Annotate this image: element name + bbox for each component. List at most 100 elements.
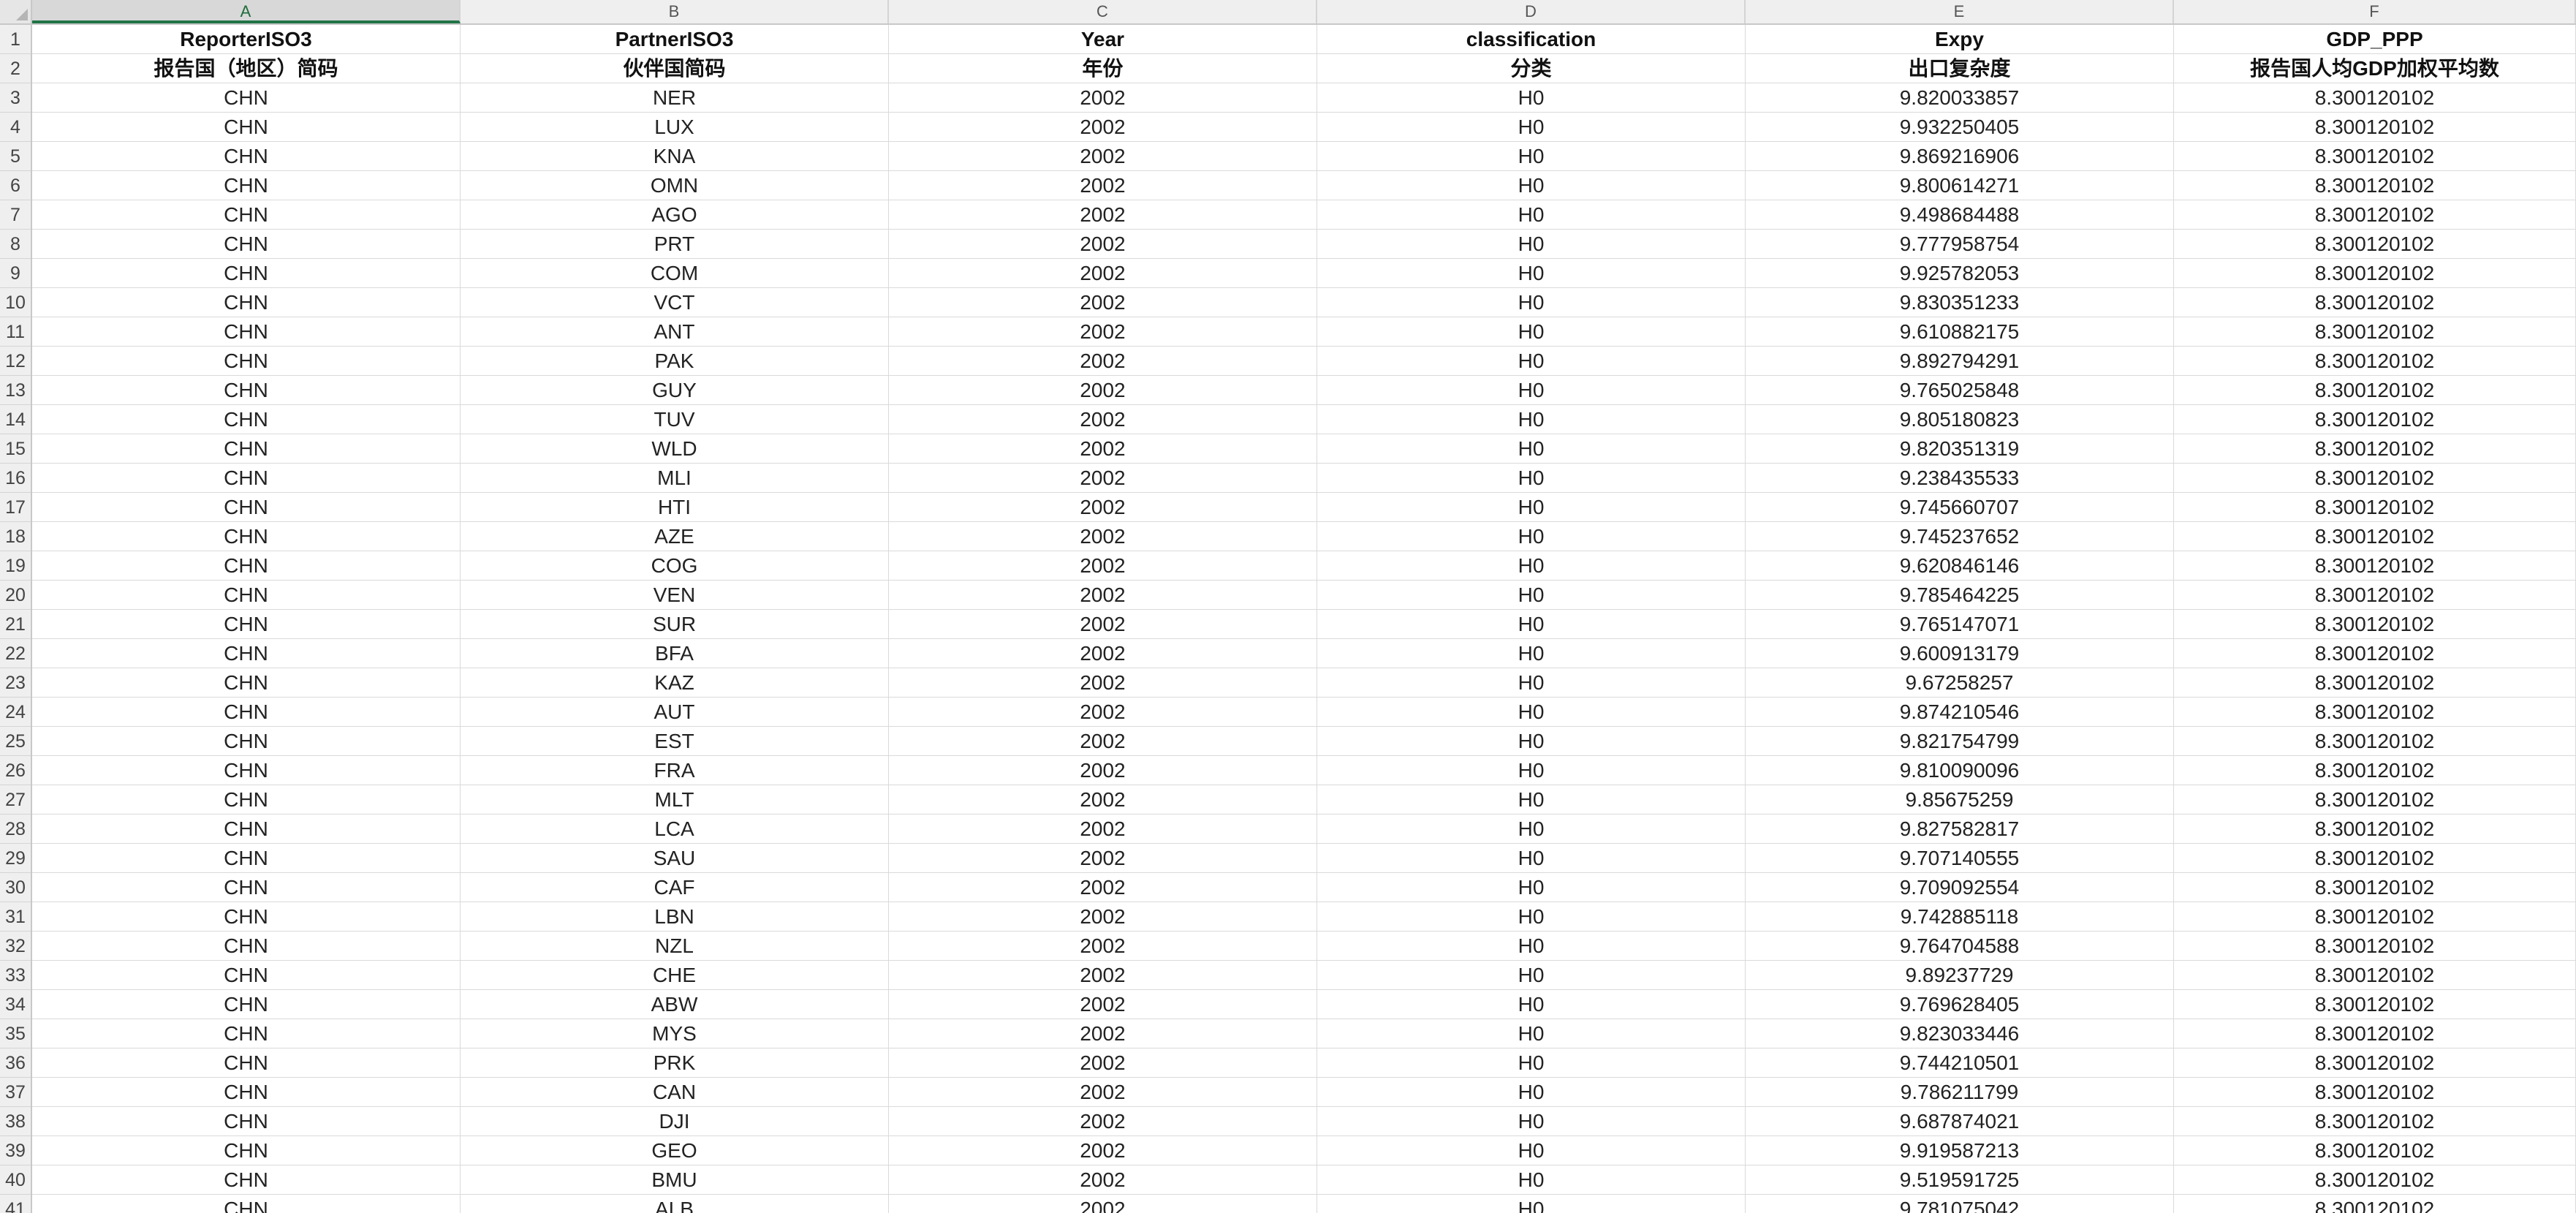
table-cell[interactable]: 9.786211799 [1746, 1078, 2174, 1107]
table-cell[interactable]: 9.745237652 [1746, 522, 2174, 551]
table-cell[interactable]: CHN [32, 230, 461, 259]
table-cell[interactable]: 8.300120102 [2174, 230, 2576, 259]
table-cell[interactable]: PRT [461, 230, 889, 259]
table-cell[interactable]: 9.745660707 [1746, 493, 2174, 522]
table-cell[interactable]: CHN [32, 347, 461, 376]
table-cell[interactable]: 8.300120102 [2174, 405, 2576, 434]
table-cell[interactable]: 2002 [889, 1019, 1317, 1048]
table-cell[interactable]: 9.821754799 [1746, 727, 2174, 756]
row-header[interactable]: 25 [0, 727, 31, 756]
column-header-c[interactable]: C [889, 0, 1317, 23]
table-cell[interactable]: H0 [1317, 347, 1746, 376]
row-header[interactable]: 1 [0, 25, 31, 54]
table-cell[interactable]: H0 [1317, 522, 1746, 551]
table-cell[interactable]: H0 [1317, 493, 1746, 522]
table-cell[interactable]: 8.300120102 [2174, 1078, 2576, 1107]
column-header-f[interactable]: F [2174, 0, 2576, 23]
table-cell[interactable]: 8.300120102 [2174, 1048, 2576, 1078]
table-cell[interactable]: 8.300120102 [2174, 288, 2576, 317]
header-cell[interactable]: PartnerISO3 [461, 25, 889, 54]
table-cell[interactable]: OMN [461, 171, 889, 200]
table-cell[interactable]: 9.820351319 [1746, 434, 2174, 464]
header-cell[interactable]: Expy [1746, 25, 2174, 54]
table-cell[interactable]: 2002 [889, 83, 1317, 113]
row-header[interactable]: 28 [0, 815, 31, 844]
table-cell[interactable]: H0 [1317, 873, 1746, 902]
table-cell[interactable]: 9.827582817 [1746, 815, 2174, 844]
table-cell[interactable]: 8.300120102 [2174, 581, 2576, 610]
table-cell[interactable]: CHN [32, 376, 461, 405]
table-cell[interactable]: H0 [1317, 756, 1746, 785]
table-cell[interactable]: 8.300120102 [2174, 610, 2576, 639]
table-cell[interactable]: ABW [461, 990, 889, 1019]
table-cell[interactable]: H0 [1317, 815, 1746, 844]
row-header[interactable]: 9 [0, 259, 31, 288]
table-cell[interactable]: 2002 [889, 902, 1317, 932]
table-cell[interactable]: CHN [32, 288, 461, 317]
table-cell[interactable]: 9.67258257 [1746, 668, 2174, 698]
table-cell[interactable]: H0 [1317, 1107, 1746, 1136]
table-cell[interactable]: 2002 [889, 668, 1317, 698]
table-cell[interactable]: 9.769628405 [1746, 990, 2174, 1019]
row-header[interactable]: 14 [0, 405, 31, 434]
table-cell[interactable]: 9.932250405 [1746, 113, 2174, 142]
table-cell[interactable]: CHN [32, 405, 461, 434]
row-header[interactable]: 7 [0, 200, 31, 230]
header-cell[interactable]: Year [889, 25, 1317, 54]
table-cell[interactable]: 9.892794291 [1746, 347, 2174, 376]
table-cell[interactable]: CHN [32, 522, 461, 551]
row-header[interactable]: 13 [0, 376, 31, 405]
table-cell[interactable]: CHE [461, 961, 889, 990]
table-cell[interactable]: 9.744210501 [1746, 1048, 2174, 1078]
table-cell[interactable]: 9.820033857 [1746, 83, 2174, 113]
table-cell[interactable]: H0 [1317, 727, 1746, 756]
table-cell[interactable]: CHN [32, 932, 461, 961]
header-cell[interactable]: 出口复杂度 [1746, 54, 2174, 83]
table-cell[interactable]: 2002 [889, 1165, 1317, 1195]
table-cell[interactable]: 8.300120102 [2174, 902, 2576, 932]
table-cell[interactable]: H0 [1317, 1019, 1746, 1048]
table-cell[interactable]: 9.765147071 [1746, 610, 2174, 639]
row-header[interactable]: 33 [0, 961, 31, 990]
table-cell[interactable]: H0 [1317, 581, 1746, 610]
table-cell[interactable]: CHN [32, 317, 461, 347]
table-cell[interactable]: 8.300120102 [2174, 815, 2576, 844]
table-cell[interactable]: 8.300120102 [2174, 1019, 2576, 1048]
table-cell[interactable]: 2002 [889, 1048, 1317, 1078]
table-cell[interactable]: 8.300120102 [2174, 259, 2576, 288]
table-cell[interactable]: PRK [461, 1048, 889, 1078]
table-cell[interactable]: LUX [461, 113, 889, 142]
table-cell[interactable]: H0 [1317, 288, 1746, 317]
table-cell[interactable]: CHN [32, 1019, 461, 1048]
table-cell[interactable]: WLD [461, 434, 889, 464]
table-cell[interactable]: 2002 [889, 932, 1317, 961]
table-cell[interactable]: ALB [461, 1195, 889, 1213]
table-cell[interactable]: 2002 [889, 317, 1317, 347]
table-cell[interactable]: AGO [461, 200, 889, 230]
table-cell[interactable]: CHN [32, 1107, 461, 1136]
row-header[interactable]: 17 [0, 493, 31, 522]
table-cell[interactable]: CHN [32, 171, 461, 200]
column-header-a[interactable]: A [32, 0, 461, 23]
table-cell[interactable]: CHN [32, 610, 461, 639]
table-cell[interactable]: H0 [1317, 83, 1746, 113]
table-cell[interactable]: 9.85675259 [1746, 785, 2174, 815]
table-cell[interactable]: 2002 [889, 698, 1317, 727]
table-cell[interactable]: 2002 [889, 639, 1317, 668]
table-cell[interactable]: 8.300120102 [2174, 83, 2576, 113]
table-cell[interactable]: MLT [461, 785, 889, 815]
header-cell[interactable]: 伙伴国简码 [461, 54, 889, 83]
table-cell[interactable]: 2002 [889, 785, 1317, 815]
table-cell[interactable]: 9.742885118 [1746, 902, 2174, 932]
table-cell[interactable]: 9.800614271 [1746, 171, 2174, 200]
table-cell[interactable]: 2002 [889, 961, 1317, 990]
table-cell[interactable]: CHN [32, 727, 461, 756]
row-header[interactable]: 11 [0, 317, 31, 347]
table-cell[interactable]: 9.785464225 [1746, 581, 2174, 610]
table-cell[interactable]: CHN [32, 844, 461, 873]
table-cell[interactable]: 8.300120102 [2174, 639, 2576, 668]
table-cell[interactable]: 9.498684488 [1746, 200, 2174, 230]
row-header[interactable]: 30 [0, 873, 31, 902]
table-cell[interactable]: 2002 [889, 171, 1317, 200]
table-cell[interactable]: CHN [32, 873, 461, 902]
